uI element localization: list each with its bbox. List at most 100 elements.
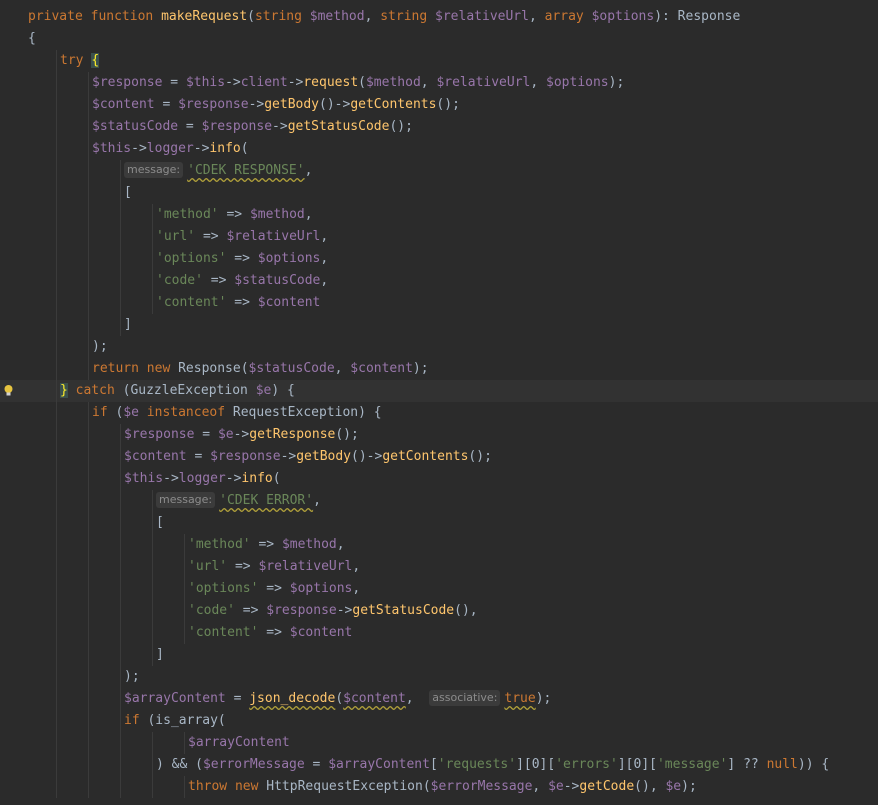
- code-line[interactable]: $response = $e->getResponse();: [0, 424, 878, 446]
- lightbulb-icon[interactable]: [4, 385, 13, 396]
- code-line[interactable]: $arrayContent = json_decode($content, as…: [0, 688, 878, 710]
- code-token: (: [240, 141, 249, 156]
- code-line[interactable]: throw new HttpRequestException($errorMes…: [0, 776, 878, 798]
- indent-guide: [88, 754, 89, 776]
- indent-guide: [56, 578, 57, 600]
- indent-guide: [88, 270, 89, 292]
- code-token: $response: [201, 119, 273, 134]
- indent-guide: [152, 754, 153, 776]
- indent-guide: [120, 644, 121, 666]
- code-token: =>: [258, 625, 290, 640]
- code-line[interactable]: $content = $response->getBody()->getCont…: [0, 94, 878, 116]
- code-token: $relativeUrl: [435, 9, 529, 24]
- code-token: 'CDEK RESPONSE': [187, 163, 305, 178]
- code-token: array: [544, 9, 592, 24]
- code-token: $options: [289, 581, 353, 596]
- code-token: ][: [641, 757, 657, 772]
- code-line[interactable]: if ($e instanceof RequestException) {: [0, 402, 878, 424]
- code-line[interactable]: $response = $this->client->request($meth…: [0, 72, 878, 94]
- code-line[interactable]: $statusCode = $response->getStatusCode()…: [0, 116, 878, 138]
- code-line[interactable]: message: 'CDEK RESPONSE',: [0, 160, 878, 182]
- code-token: $options: [591, 9, 655, 24]
- indent-guide: [88, 534, 89, 556]
- indent-guide: [56, 776, 57, 798]
- code-line[interactable]: 'options' => $options,: [0, 578, 878, 600]
- code-token: $response: [124, 427, 195, 442]
- code-token: (GuzzleException: [122, 383, 256, 398]
- code-line[interactable]: 'url' => $relativeUrl,: [0, 556, 878, 578]
- code-text: $arrayContent = json_decode($content, as…: [124, 688, 551, 710]
- indent-guide: [56, 732, 57, 754]
- code-token: $method: [249, 207, 305, 222]
- code-line[interactable]: $arrayContent: [0, 732, 878, 754]
- indent-guide: [56, 710, 57, 732]
- indent-guide: [152, 534, 153, 556]
- indent-guide: [88, 666, 89, 688]
- code-line[interactable]: 'url' => $relativeUrl,: [0, 226, 878, 248]
- code-line[interactable]: private function makeRequest(string $met…: [0, 6, 878, 28]
- code-line[interactable]: if (is_array(: [0, 710, 878, 732]
- code-line[interactable]: );: [0, 666, 878, 688]
- code-token: getResponse: [249, 427, 336, 442]
- indent-guide: [88, 160, 89, 182]
- code-line[interactable]: $content = $response->getBody()->getCont…: [0, 446, 878, 468]
- code-line[interactable]: 'code' => $statusCode,: [0, 270, 878, 292]
- code-text: 'options' => $options,: [188, 578, 360, 600]
- indent-guide: [120, 688, 121, 710]
- indent-guide: [120, 446, 121, 468]
- code-line[interactable]: );: [0, 336, 878, 358]
- code-line[interactable]: try {: [0, 50, 878, 72]
- indent-guide: [120, 578, 121, 600]
- code-line[interactable]: $this->logger->info(: [0, 138, 878, 160]
- code-token: throw new: [188, 779, 267, 794]
- code-token: ,: [352, 581, 361, 596]
- code-line[interactable]: [: [0, 512, 878, 534]
- indent-guide: [120, 424, 121, 446]
- indent-guide: [88, 688, 89, 710]
- code-token: $this: [185, 75, 226, 90]
- code-line[interactable]: [: [0, 182, 878, 204]
- code-token: [: [124, 185, 132, 200]
- code-line[interactable]: 'content' => $content: [0, 622, 878, 644]
- code-token: {: [28, 31, 36, 46]
- code-line[interactable]: 'method' => $method,: [0, 534, 878, 556]
- code-line[interactable]: ]: [0, 644, 878, 666]
- code-line[interactable]: ]: [0, 314, 878, 336]
- indent-guide: [120, 776, 121, 798]
- code-line[interactable]: 'code' => $response->getStatusCode(),: [0, 600, 878, 622]
- code-token: =>: [227, 559, 259, 574]
- code-text: } catch (GuzzleException $e) {: [60, 380, 295, 402]
- indent-guide: [120, 710, 121, 732]
- indent-guide: [56, 50, 57, 72]
- code-token: ,: [320, 251, 329, 266]
- code-token: [: [429, 757, 438, 772]
- code-editor[interactable]: private function makeRequest(string $met…: [0, 0, 878, 805]
- code-token: ->: [248, 97, 265, 112]
- indent-guide: [56, 754, 57, 776]
- code-text: try {: [60, 50, 100, 72]
- indent-guide: [120, 468, 121, 490]
- indent-guide: [56, 622, 57, 644]
- code-text: );: [92, 336, 108, 358]
- code-text: throw new HttpRequestException($errorMes…: [188, 776, 697, 798]
- code-token: (: [272, 471, 281, 486]
- code-text: $this->logger->info(: [124, 468, 281, 490]
- code-line[interactable]: ) && ($errorMessage = $arrayContent['req…: [0, 754, 878, 776]
- code-token: ][: [539, 757, 556, 772]
- code-line[interactable]: 'content' => $content: [0, 292, 878, 314]
- code-line[interactable]: message: 'CDEK ERROR',: [0, 490, 878, 512]
- code-token: ();: [468, 449, 492, 464]
- code-line[interactable]: 'options' => $options,: [0, 248, 878, 270]
- indent-guide: [120, 600, 121, 622]
- code-line[interactable]: 'method' => $method,: [0, 204, 878, 226]
- code-line[interactable]: $this->logger->info(: [0, 468, 878, 490]
- code-text: 'options' => $options,: [156, 248, 328, 270]
- code-token: info: [241, 471, 273, 486]
- code-line[interactable]: } catch (GuzzleException $e) {: [0, 380, 878, 402]
- code-text: 'code' => $response->getStatusCode(),: [188, 600, 478, 622]
- code-token: $e: [548, 779, 564, 794]
- code-token: 'url': [188, 559, 228, 574]
- code-token: ,: [405, 691, 430, 706]
- code-line[interactable]: {: [0, 28, 878, 50]
- code-line[interactable]: return new Response($statusCode, $conten…: [0, 358, 878, 380]
